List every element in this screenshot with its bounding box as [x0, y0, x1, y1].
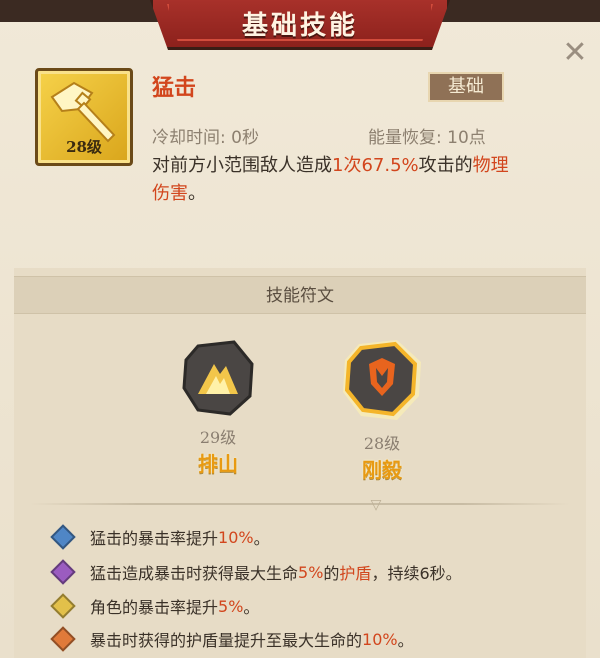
rune-section-title: 技能符文 [14, 276, 586, 314]
divider [30, 503, 570, 505]
close-button[interactable]: ✕ [560, 38, 590, 68]
yellow-gem-icon [50, 593, 76, 619]
desc-damage-type: 伤害 [152, 183, 188, 204]
desc-text: 攻击的 [418, 155, 473, 176]
page-title: 基础技能 [241, 11, 358, 41]
effect-text: 。 [243, 598, 260, 617]
skill-icon: 28级 [35, 68, 133, 166]
effect-value: 10% [218, 527, 254, 547]
energy-stat: 能量恢复: 10点 [368, 128, 486, 148]
blue-gem-icon [50, 524, 76, 550]
skill-detail-panel: 基础技能 ✕ 28级 猛击 基础 冷却时间: 0秒 能量恢复: 10点 对前方小… [0, 0, 600, 658]
rune-effect: 角色的暴击率提升 5%。 [50, 593, 260, 619]
rune-effect: 猛击的暴击率提升 10%。 [50, 524, 270, 550]
skill-level: 28级 [66, 138, 102, 156]
rune-paishan[interactable]: 29级 排山 [168, 336, 268, 477]
shield-rune-icon [343, 340, 421, 420]
rune-effect: 猛击造成暴击时获得最大生命 5% 的护盾 ，持续6秒。 [50, 559, 462, 585]
effect-text: 暴击时获得的护盾量提升至最大生命的 [90, 631, 363, 650]
skill-type-badge: 基础 [428, 72, 504, 102]
effect-text: 的 [323, 564, 340, 583]
effect-value: 护盾 [339, 564, 372, 583]
title-banner: 基础技能 [150, 0, 450, 50]
desc-text: 对前方小范围敌人造成 [152, 155, 332, 176]
desc-text: 。 [188, 183, 206, 204]
chevron-down-icon: ▽ [370, 497, 382, 513]
effect-text: ，持续6秒。 [371, 564, 462, 583]
cooldown-stat: 冷却时间: 0秒 [152, 128, 259, 148]
effect-text: 猛击造成暴击时获得最大生命 [90, 564, 299, 583]
orange-gem-icon [50, 626, 76, 652]
rune-name: 排山 [198, 452, 238, 476]
effect-text: 角色的暴击率提升 [90, 598, 219, 617]
desc-hits: 1次 [332, 155, 362, 176]
effect-value: 5% [298, 562, 324, 582]
rune-effect: 暴击时获得的护盾量提升至最大生命的 10%。 [50, 626, 414, 652]
rune-name: 刚毅 [362, 458, 402, 482]
effect-value: 10% [362, 629, 398, 649]
skill-description: 对前方小范围敌人造成1次67.5%攻击的物理伤害。 [152, 152, 572, 208]
purple-gem-icon [50, 559, 76, 585]
effect-text: 。 [253, 529, 270, 548]
effect-text: 猛击的暴击率提升 [90, 529, 219, 548]
axe-icon [50, 81, 116, 143]
desc-damage-type: 物理 [472, 155, 509, 176]
rune-level: 29级 [199, 428, 237, 447]
rune-level: 28级 [363, 434, 401, 453]
desc-percent: 67.5% [361, 155, 419, 176]
mountain-rune-icon [182, 340, 254, 416]
effect-text: 。 [397, 631, 414, 650]
effect-value: 5% [218, 596, 244, 616]
rune-gangyi[interactable]: 28级 刚毅 [332, 336, 432, 483]
close-icon: ✕ [562, 35, 588, 70]
skill-name: 猛击 [152, 76, 197, 101]
